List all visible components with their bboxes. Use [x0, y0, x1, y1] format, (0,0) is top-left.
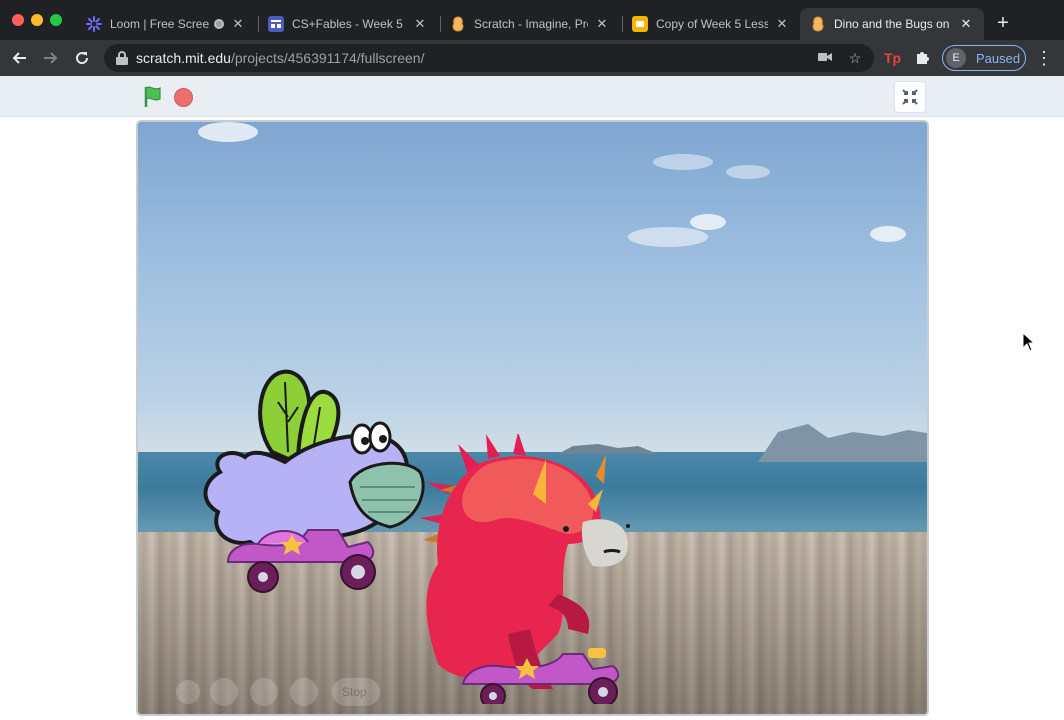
bookmark-star-icon[interactable]: ☆	[846, 49, 864, 67]
reload-button[interactable]	[70, 46, 94, 70]
tab-strip: Loom | Free Scree ✕ CS+Fables - Week 5 L…	[0, 0, 1064, 40]
url-host: scratch.mit.edu	[136, 50, 231, 66]
tab-close-icon[interactable]: ✕	[412, 16, 428, 32]
faded-overlay-controls: Stop	[174, 674, 384, 710]
scratch-fullscreen-page: Stop	[0, 76, 1064, 720]
minimize-window-button[interactable]	[31, 14, 43, 26]
scratch-icon	[810, 16, 826, 32]
player-controls-bar	[0, 76, 1064, 117]
recording-indicator-icon	[214, 19, 224, 29]
browser-menu-icon[interactable]: ⋮	[1034, 46, 1054, 70]
tab-title: Loom | Free Scree	[110, 17, 210, 31]
reload-icon	[76, 52, 89, 65]
bug-sprite[interactable]	[190, 362, 440, 602]
tab-close-icon[interactable]: ✕	[958, 16, 974, 32]
project-stage[interactable]: Stop	[136, 120, 929, 716]
exit-fullscreen-button[interactable]	[894, 81, 926, 113]
tab-title: CS+Fables - Week 5 L	[292, 17, 406, 31]
tab-close-icon[interactable]: ✕	[594, 16, 610, 32]
dino-sprite[interactable]	[418, 434, 638, 704]
tab-title: Copy of Week 5 Lesso	[656, 17, 768, 31]
camera-icon[interactable]	[816, 49, 834, 67]
tab-week5-slides[interactable]: Copy of Week 5 Lesso ✕	[622, 8, 800, 40]
lock-icon	[116, 51, 128, 65]
faded-stop-label: Stop	[342, 685, 367, 699]
avatar: E	[946, 48, 966, 68]
extension-tp-icon[interactable]: Tp	[884, 48, 904, 68]
new-tab-button[interactable]: +	[992, 12, 1014, 34]
collapse-icon	[902, 89, 918, 105]
back-button[interactable]	[8, 46, 32, 70]
address-bar[interactable]: scratch.mit.edu/projects/456391174/fulls…	[104, 44, 874, 72]
browser-toolbar: scratch.mit.edu/projects/456391174/fulls…	[0, 40, 1064, 76]
tab-scratch-home[interactable]: Scratch - Imagine, Pro ✕	[440, 8, 620, 40]
fables-icon	[268, 16, 284, 32]
extensions-puzzle-icon[interactable]	[914, 46, 936, 70]
forward-arrow-icon	[44, 52, 58, 64]
tab-close-icon[interactable]: ✕	[774, 16, 790, 32]
profile-button[interactable]: E Paused	[942, 45, 1026, 71]
close-window-button[interactable]	[12, 14, 24, 26]
green-flag-button[interactable]	[140, 84, 166, 110]
green-flag-icon	[144, 86, 161, 107]
tab-cs-fables[interactable]: CS+Fables - Week 5 L ✕	[258, 8, 438, 40]
profile-status-label: Paused	[976, 50, 1021, 66]
tab-dino-project[interactable]: Dino and the Bugs on ✕	[800, 8, 984, 40]
maximize-window-button[interactable]	[50, 14, 62, 26]
scratch-icon	[450, 16, 466, 32]
mountains-background	[758, 424, 927, 462]
back-arrow-icon	[12, 52, 26, 64]
url-path: /projects/456391174/fullscreen/	[230, 50, 425, 66]
tab-close-icon[interactable]: ✕	[230, 16, 246, 32]
loom-icon	[86, 16, 102, 32]
stop-button[interactable]	[174, 88, 193, 107]
mouse-cursor-icon	[1022, 332, 1036, 352]
tab-title: Dino and the Bugs on	[834, 17, 950, 31]
slides-icon	[632, 16, 648, 32]
tab-loom[interactable]: Loom | Free Scree ✕	[76, 8, 256, 40]
forward-button[interactable]	[38, 46, 62, 70]
tab-title: Scratch - Imagine, Pro	[474, 17, 588, 31]
